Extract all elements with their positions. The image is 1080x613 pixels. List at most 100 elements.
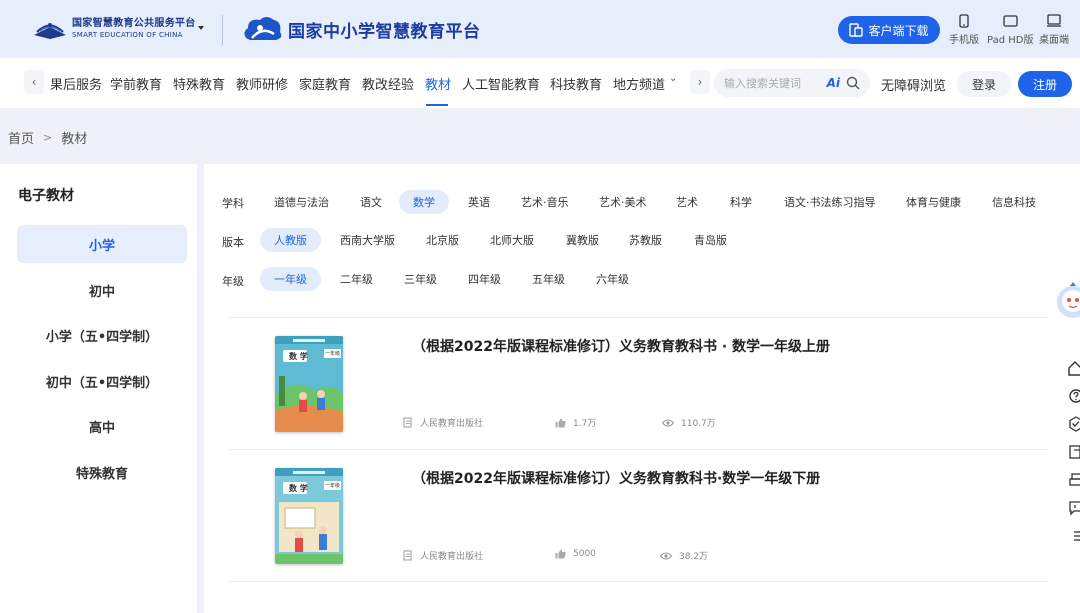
likes-count: 5000 bbox=[573, 549, 596, 559]
book-views: 110.7万 bbox=[662, 416, 716, 429]
book-cover[interactable]: 数 学 一年级 bbox=[275, 336, 343, 432]
edition-chip[interactable]: 苏教版 bbox=[615, 228, 676, 252]
subject-chip[interactable]: 科学 bbox=[716, 190, 766, 214]
edition-chip[interactable]: 西南大学版 bbox=[326, 228, 409, 252]
nav-item[interactable]: 教改经验 bbox=[362, 74, 414, 93]
chevron-down-icon[interactable]: ⌄ bbox=[669, 73, 677, 84]
likes-count: 1.7万 bbox=[573, 419, 597, 429]
nav-item[interactable]: 果后服务 bbox=[50, 74, 102, 93]
download-client-button[interactable]: 客户端下载 bbox=[838, 16, 940, 44]
register-button[interactable]: 注册 bbox=[1018, 71, 1072, 97]
book-likes[interactable]: 1.7万 bbox=[555, 416, 596, 429]
desktop-icon bbox=[1047, 14, 1061, 27]
grade-chip[interactable]: 六年级 bbox=[582, 267, 643, 291]
nav-item[interactable]: 人工智能教育 bbox=[462, 74, 540, 93]
search-box[interactable]: 输入搜索关键词 Ai bbox=[714, 69, 870, 97]
search-icon[interactable] bbox=[846, 76, 860, 90]
book-publisher: 人民教育出版社 bbox=[403, 416, 483, 429]
subject-filter-label: 学科 bbox=[222, 197, 244, 210]
breadcrumb: 首页 > 教材 bbox=[8, 128, 87, 147]
feedback-icon[interactable] bbox=[1068, 500, 1080, 516]
device-desktop[interactable]: 桌面端 bbox=[1039, 14, 1069, 46]
cover-title: 数 学 bbox=[289, 352, 308, 361]
subject-chip[interactable]: 艺术·音乐 bbox=[507, 190, 583, 214]
breadcrumb-home[interactable]: 首页 bbox=[8, 128, 34, 147]
grade-chip[interactable]: 二年级 bbox=[326, 267, 387, 291]
publisher-name: 人民教育出版社 bbox=[420, 419, 484, 429]
book-cover[interactable]: 数 学 一年级 bbox=[275, 468, 343, 564]
header-divider bbox=[222, 15, 223, 45]
subject-chip[interactable]: 道德与法治 bbox=[260, 190, 343, 214]
logo-cn-text: 国家智慧教育公共服务平台 bbox=[72, 18, 196, 29]
edition-chip[interactable]: 冀教版 bbox=[552, 228, 613, 252]
subject-chip[interactable]: 艺术 bbox=[662, 190, 712, 214]
nav-item[interactable]: 教师研修 bbox=[236, 74, 288, 93]
nav-item-active[interactable]: 教材 bbox=[425, 74, 451, 93]
search-input[interactable]: 输入搜索关键词 bbox=[724, 75, 827, 91]
chevron-down-icon[interactable] bbox=[198, 26, 204, 30]
sidebar-title: 电子教材 bbox=[18, 188, 74, 204]
thumbs-up-icon bbox=[555, 549, 566, 559]
sidebar-item-junior[interactable]: 初中 bbox=[17, 271, 187, 309]
nav-item[interactable]: 特殊教育 bbox=[173, 74, 225, 93]
subject-chip[interactable]: 英语 bbox=[454, 190, 504, 214]
nav-scroll-left-button[interactable]: ‹ bbox=[24, 70, 44, 94]
device-tablet[interactable]: Pad HD版 bbox=[987, 14, 1033, 46]
accessibility-link[interactable]: 无障碍浏览 bbox=[881, 75, 946, 94]
logo-en-text: SMART EDUCATION OF CHINA bbox=[72, 31, 183, 39]
subject-chip[interactable]: 语文·书法练习指导 bbox=[770, 190, 890, 214]
phone-icon bbox=[959, 14, 969, 28]
sidebar-item-primary[interactable]: 小学 bbox=[17, 225, 187, 263]
ai-search-icon[interactable]: Ai bbox=[827, 76, 840, 90]
thumbs-up-icon bbox=[555, 418, 566, 428]
cover-grade: 一年级 bbox=[324, 481, 342, 490]
edit-doc-icon[interactable] bbox=[1068, 444, 1080, 460]
subject-chip[interactable]: 艺术·美术 bbox=[585, 190, 661, 214]
edition-chip[interactable]: 青岛版 bbox=[680, 228, 741, 252]
subject-chip-active[interactable]: 数学 bbox=[399, 190, 449, 214]
grade-chip[interactable]: 三年级 bbox=[390, 267, 451, 291]
book-publisher: 人民教育出版社 bbox=[403, 549, 483, 562]
help-icon[interactable] bbox=[1068, 388, 1080, 404]
book-title[interactable]: （根据2022年版课程标准修订）义务教育教科书 · 数学一年级上册 bbox=[412, 336, 830, 356]
grade-chip[interactable]: 四年级 bbox=[454, 267, 515, 291]
platform-logo[interactable]: 国家智慧教育公共服务平台 SMART EDUCATION OF CHINA bbox=[32, 17, 196, 41]
list-divider bbox=[228, 449, 1048, 450]
sidebar-item-senior[interactable]: 高中 bbox=[17, 407, 187, 445]
nav-item[interactable]: 家庭教育 bbox=[299, 74, 351, 93]
top-header: 国家智慧教育公共服务平台 SMART EDUCATION OF CHINA 国家… bbox=[0, 0, 1080, 58]
nav-item-dropdown[interactable]: 地方频道 bbox=[613, 74, 665, 93]
sidebar-item-junior-54[interactable]: 初中（五•四学制） bbox=[17, 362, 187, 400]
book-likes[interactable]: 5000 bbox=[555, 549, 596, 559]
grade-chip[interactable]: 五年级 bbox=[518, 267, 579, 291]
sidebar: 电子教材 小学 初中 小学（五•四学制） 初中（五•四学制） 高中 特殊教育 bbox=[0, 164, 197, 613]
book-title[interactable]: （根据2022年版课程标准修订）义务教育教科书·数学一年级下册 bbox=[412, 468, 820, 488]
home-icon[interactable] bbox=[1068, 360, 1080, 376]
grade-filter-label: 年级 bbox=[222, 275, 244, 288]
device-phone[interactable]: 手机版 bbox=[949, 14, 979, 46]
menu-icon[interactable] bbox=[1068, 528, 1080, 544]
sidebar-item-primary-54[interactable]: 小学（五•四学制） bbox=[17, 316, 187, 354]
grade-chip-active[interactable]: 一年级 bbox=[260, 267, 321, 291]
download-label: 客户端下载 bbox=[868, 23, 929, 38]
login-button[interactable]: 登录 bbox=[957, 71, 1011, 97]
subject-chip[interactable]: 语文 bbox=[346, 190, 396, 214]
list-divider bbox=[228, 581, 1048, 582]
publisher-icon bbox=[403, 417, 412, 428]
nav-scroll-right-button[interactable]: › bbox=[690, 70, 710, 94]
textbook-panel: 学科 道德与法治 语文 数学 英语 艺术·音乐 艺术·美术 艺术 科学 语文·书… bbox=[204, 164, 1080, 613]
nav-item[interactable]: 科技教育 bbox=[550, 74, 602, 93]
sidebar-item-special[interactable]: 特殊教育 bbox=[17, 453, 187, 491]
edition-chip[interactable]: 北京版 bbox=[412, 228, 473, 252]
edition-chip[interactable]: 北师大版 bbox=[476, 228, 548, 252]
subject-chip[interactable]: 体育与健康 bbox=[892, 190, 975, 214]
edition-chip-active[interactable]: 人教版 bbox=[260, 228, 321, 252]
cube-icon[interactable] bbox=[1068, 416, 1080, 432]
printer-icon[interactable] bbox=[1068, 472, 1080, 488]
download-device-icon bbox=[849, 23, 864, 37]
subject-chip[interactable]: 信息科技 bbox=[978, 190, 1050, 214]
nav-item[interactable]: 学前教育 bbox=[110, 74, 162, 93]
assistant-mascot-icon[interactable] bbox=[1056, 282, 1080, 322]
book-emblem-icon bbox=[34, 23, 66, 39]
site-logo[interactable]: 国家中小学智慧教育平台 bbox=[240, 12, 481, 46]
